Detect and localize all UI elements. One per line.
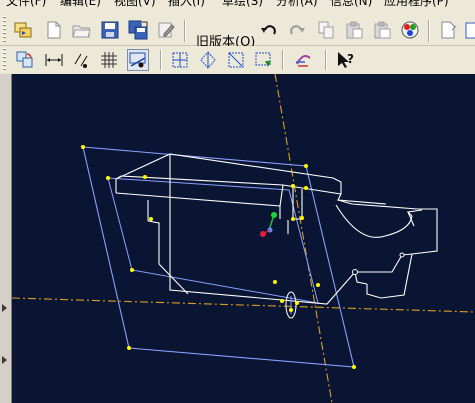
menu-applications[interactable]: 应用程序(P) [384, 0, 449, 8]
vertex [352, 365, 356, 369]
save-icon[interactable] [99, 19, 121, 41]
menu-info[interactable]: 信息(N) [330, 0, 372, 8]
palette-icon[interactable] [292, 49, 314, 71]
datum-icon[interactable] [462, 19, 475, 41]
select-filter-icon[interactable] [12, 19, 34, 41]
paste-special-icon[interactable] [371, 19, 393, 41]
vertex [289, 308, 293, 312]
model-view [12, 74, 475, 403]
vertex [143, 175, 147, 179]
vertex [316, 283, 320, 287]
trim-icon[interactable] [225, 49, 247, 71]
constraint-display-icon[interactable] [70, 49, 92, 71]
toolbar-grip[interactable] [3, 16, 6, 42]
edit-icon[interactable] [155, 19, 177, 41]
vertex [127, 346, 131, 350]
vertex [273, 280, 277, 284]
sketch-plane-inner [107, 177, 319, 304]
menu-insert[interactable]: 插入(I) [168, 0, 205, 8]
copy-icon[interactable] [315, 19, 337, 41]
color-palette-icon[interactable] [399, 19, 421, 41]
save-copy-icon[interactable] [127, 19, 149, 41]
vertex [130, 268, 134, 272]
side-panel-collapse-strip [0, 74, 12, 403]
new-file-icon[interactable] [43, 19, 65, 41]
vertex [304, 164, 308, 168]
intersect-icon[interactable] [169, 49, 191, 71]
vertex [291, 184, 295, 188]
open-folder-icon[interactable] [70, 19, 92, 41]
menu-file[interactable]: 文件(F) [6, 0, 46, 8]
dimension-display-icon[interactable] [43, 49, 65, 71]
menu-edit[interactable]: 编辑(E) [60, 0, 101, 8]
standard-toolbar: 旧版本(O) [0, 8, 475, 50]
vertex [300, 216, 304, 220]
vertex [304, 186, 308, 190]
repaint-icon[interactable] [14, 49, 36, 71]
toolbar-grip[interactable] [3, 48, 6, 72]
vertex [295, 301, 299, 305]
sketch-plane [82, 146, 355, 368]
menu-sketch[interactable]: 草绘(S) [222, 0, 263, 8]
mirror-icon[interactable] [197, 49, 219, 71]
paste-icon[interactable] [343, 19, 365, 41]
svg-text:?: ? [347, 52, 354, 66]
menu-bar: 文件(F) 编辑(E) 视图(V) 插入(I) 草绘(S) 分析(A) 信息(N… [0, 0, 475, 8]
display-toolbar: ? [0, 46, 475, 74]
vertex [280, 299, 284, 303]
undo-icon[interactable] [258, 19, 280, 41]
graphics-viewport[interactable] [12, 74, 475, 403]
move-resize-icon[interactable] [253, 49, 275, 71]
redo-icon[interactable] [286, 19, 308, 41]
horizontal-centerline [12, 297, 475, 313]
expand-arrow-icon[interactable] [2, 356, 7, 364]
vertex [149, 217, 153, 221]
menu-analysis[interactable]: 分析(A) [276, 0, 318, 8]
vertex [81, 145, 85, 149]
menu-view[interactable]: 视图(V) [114, 0, 156, 8]
vertex [106, 176, 110, 180]
whats-this-icon[interactable]: ? [334, 49, 356, 71]
vertex-display-icon[interactable] [127, 49, 149, 71]
triad-y-dot [271, 212, 277, 218]
sketch-plane-icon[interactable] [437, 19, 459, 41]
expand-arrow-icon[interactable] [2, 304, 7, 312]
grid-display-icon[interactable] [98, 49, 120, 71]
vertex [291, 217, 295, 221]
